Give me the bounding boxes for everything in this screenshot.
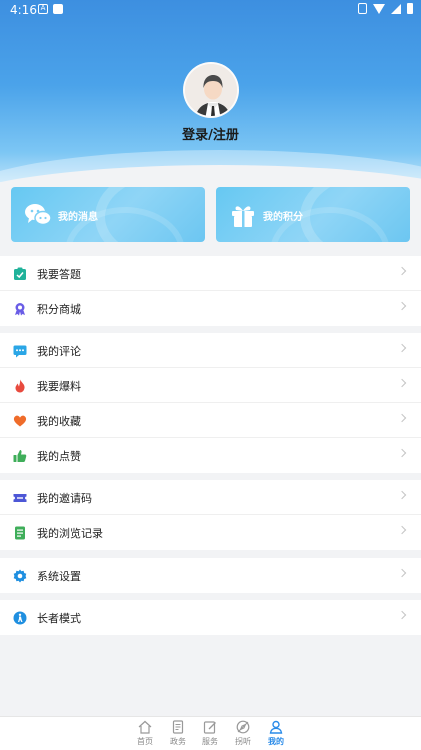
elder-mode-icon <box>13 611 27 625</box>
tab-label: 政务 <box>170 737 186 746</box>
fire-icon <box>15 379 25 393</box>
user-icon <box>269 720 283 734</box>
menu-item-browsing-history[interactable]: 我的浏览记录 <box>0 515 421 550</box>
menu-item-label: 我的浏览记录 <box>37 527 103 540</box>
heart-icon <box>13 415 27 427</box>
battery-icon <box>407 3 413 14</box>
status-bar: 4:16 A <box>0 0 421 20</box>
edit-icon <box>203 721 216 734</box>
menu-item-answer-questions[interactable]: 我要答题 <box>0 256 421 291</box>
status-time: 4:16 <box>10 3 37 17</box>
tab-label: 拐听 <box>235 737 251 746</box>
menu-group-tasks: 我要答题 积分商城 <box>0 256 421 326</box>
gift-icon <box>232 206 254 227</box>
signal-icon <box>391 3 401 14</box>
bottom-tab-bar: 首页 政务 服务 拐听 我的 <box>0 716 421 750</box>
ticket-icon <box>13 494 27 502</box>
menu-group-settings: 系统设置 <box>0 558 421 593</box>
chevron-right-icon <box>397 610 407 620</box>
menu-item-my-likes[interactable]: 我的点赞 <box>0 438 421 473</box>
chevron-right-icon <box>397 343 407 353</box>
chat-icon <box>25 204 52 226</box>
tab-services[interactable]: 服务 <box>194 720 226 747</box>
my-points-label: 我的积分 <box>263 212 303 223</box>
menu-item-label: 我要爆料 <box>37 380 81 393</box>
menu-item-my-comments[interactable]: 我的评论 <box>0 333 421 368</box>
avatar[interactable] <box>183 62 239 118</box>
thumb-up-icon <box>13 450 27 462</box>
menu-item-label: 我要答题 <box>37 268 81 281</box>
profile-header: 4:16 A 登录/注册 <box>0 0 421 190</box>
app-notification-icon <box>53 4 63 14</box>
menu-group-records: 我的邀请码 我的浏览记录 <box>0 480 421 550</box>
tab-label: 我的 <box>268 737 284 746</box>
menu-item-label: 我的收藏 <box>37 415 81 428</box>
my-messages-card[interactable]: 我的消息 <box>11 187 205 242</box>
settings-icon <box>13 569 27 583</box>
menu-item-label: 我的评论 <box>37 345 81 358</box>
menu-item-system-settings[interactable]: 系统设置 <box>0 558 421 593</box>
home-icon <box>138 720 152 734</box>
tab-label: 首页 <box>137 737 153 746</box>
menu-group-accessibility: 长者模式 <box>0 600 421 635</box>
menu-item-label: 积分商城 <box>37 303 81 316</box>
chevron-right-icon <box>397 413 407 423</box>
menu-item-submit-tip[interactable]: 我要爆料 <box>0 368 421 403</box>
comment-icon <box>13 345 27 358</box>
login-register-link[interactable]: 登录/注册 <box>0 124 421 143</box>
menu-item-label: 我的点赞 <box>37 450 81 463</box>
menu-item-invite-code[interactable]: 我的邀请码 <box>0 480 421 515</box>
notification-icon: A <box>38 4 48 14</box>
chevron-right-icon <box>397 448 407 458</box>
menu-item-label: 系统设置 <box>37 570 81 583</box>
mall-icon <box>15 303 25 316</box>
chevron-right-icon <box>397 266 407 276</box>
menu-item-label: 长者模式 <box>37 612 81 625</box>
chevron-right-icon <box>397 525 407 535</box>
menu-item-points-mall[interactable]: 积分商城 <box>0 291 421 326</box>
menu-item-label: 我的邀请码 <box>37 492 92 505</box>
chevron-right-icon <box>397 568 407 578</box>
history-icon <box>15 526 25 540</box>
compass-icon <box>236 720 250 734</box>
my-messages-label: 我的消息 <box>58 212 98 223</box>
tab-label: 服务 <box>202 737 218 746</box>
chevron-right-icon <box>397 378 407 388</box>
tab-government[interactable]: 政务 <box>162 720 194 747</box>
wifi-icon <box>373 3 385 14</box>
avatar-user-icon <box>185 64 237 116</box>
vibrate-icon <box>358 3 367 14</box>
tab-home[interactable]: 首页 <box>129 720 161 747</box>
document-icon <box>172 720 184 734</box>
status-icons <box>358 3 413 14</box>
my-points-card[interactable]: 我的积分 <box>216 187 410 242</box>
chevron-right-icon <box>397 301 407 311</box>
chevron-right-icon <box>397 490 407 500</box>
menu-item-elder-mode[interactable]: 长者模式 <box>0 600 421 635</box>
tab-listen[interactable]: 拐听 <box>227 720 259 747</box>
quiz-icon <box>14 267 26 280</box>
menu-group-interactions: 我的评论 我要爆料 我的收藏 我的点赞 <box>0 333 421 473</box>
tab-mine[interactable]: 我的 <box>260 720 292 747</box>
menu-item-my-favorites[interactable]: 我的收藏 <box>0 403 421 438</box>
